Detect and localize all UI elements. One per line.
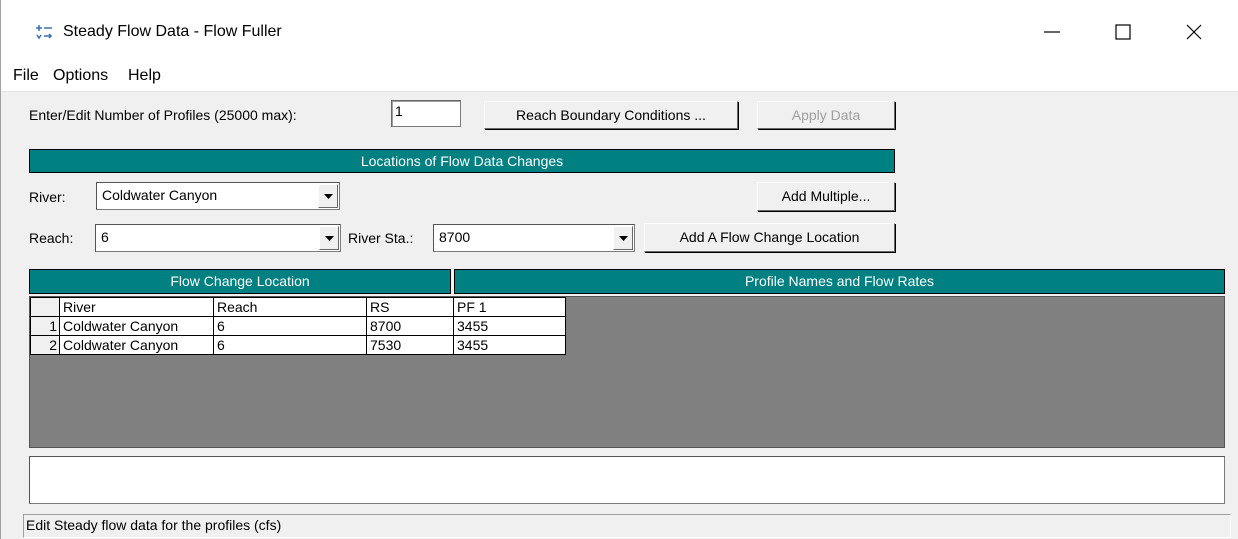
column-header-pf1[interactable]: PF 1 — [453, 297, 566, 317]
table-row: 2 Coldwater Canyon 6 7530 3455 — [30, 335, 566, 355]
table-row: 1 Coldwater Canyon 6 8700 3455 — [30, 316, 566, 336]
menu-bar: File Options Help — [1, 64, 1238, 92]
profiles-label: Enter/Edit Number of Profiles (25000 max… — [29, 107, 297, 123]
close-button[interactable] — [1173, 12, 1215, 52]
maximize-icon — [1115, 24, 1131, 40]
close-icon — [1186, 24, 1202, 40]
reach-boundary-conditions-button[interactable]: Reach Boundary Conditions ... — [484, 101, 738, 129]
chevron-down-icon — [325, 236, 334, 241]
menu-help[interactable]: Help — [128, 67, 161, 85]
row-header-corner — [30, 297, 60, 317]
title-bar[interactable]: Steady Flow Data - Flow Fuller — [1, 0, 1238, 64]
reach-label: Reach: — [29, 230, 74, 246]
river-dropdown-button[interactable] — [318, 184, 338, 208]
steady-flow-window: Steady Flow Data - Flow Fuller File Opti… — [0, 0, 1238, 539]
profiles-input[interactable]: 1 — [391, 100, 461, 127]
menu-file[interactable]: File — [13, 67, 39, 85]
river-station-label: River Sta.: — [348, 230, 414, 246]
add-flow-change-location-button[interactable]: Add A Flow Change Location — [644, 223, 895, 252]
status-bar: Edit Steady flow data for the profiles (… — [23, 514, 1231, 538]
cell-reach[interactable]: 6 — [213, 316, 367, 336]
maximize-button[interactable] — [1102, 12, 1144, 52]
minimize-button[interactable] — [1031, 12, 1073, 52]
chevron-down-icon — [619, 236, 628, 241]
reach-dropdown-button[interactable] — [319, 226, 339, 250]
reach-select[interactable]: 6 — [95, 224, 341, 252]
cell-rs[interactable]: 7530 — [366, 335, 454, 355]
flow-change-location-header: Flow Change Location — [29, 269, 451, 294]
cell-pf1[interactable]: 3455 — [453, 335, 566, 355]
river-station-select[interactable]: 8700 — [433, 224, 635, 252]
apply-data-button[interactable]: Apply Data — [757, 101, 895, 129]
flow-data-grid: River Reach RS PF 1 1 Coldwater Canyon 6… — [30, 297, 566, 355]
row-number: 1 — [30, 316, 60, 336]
description-text-area[interactable] — [29, 456, 1225, 504]
add-multiple-button[interactable]: Add Multiple... — [757, 182, 895, 211]
cell-rs[interactable]: 8700 — [366, 316, 454, 336]
app-icon — [36, 25, 53, 40]
cell-river[interactable]: Coldwater Canyon — [59, 335, 214, 355]
column-header-river[interactable]: River — [59, 297, 214, 317]
river-label: River: — [29, 189, 66, 205]
column-header-rs[interactable]: RS — [366, 297, 454, 317]
row-number: 2 — [30, 335, 60, 355]
river-select-value: Coldwater Canyon — [102, 187, 218, 203]
reach-select-value: 6 — [101, 229, 109, 245]
cell-pf1[interactable]: 3455 — [453, 316, 566, 336]
window-title: Steady Flow Data - Flow Fuller — [63, 23, 282, 40]
station-dropdown-button[interactable] — [613, 226, 633, 250]
chevron-down-icon — [324, 194, 333, 199]
column-header-reach[interactable]: Reach — [213, 297, 367, 317]
cell-reach[interactable]: 6 — [213, 335, 367, 355]
cell-river[interactable]: Coldwater Canyon — [59, 316, 214, 336]
minimize-icon — [1044, 31, 1060, 33]
profile-names-header: Profile Names and Flow Rates — [454, 269, 1225, 294]
river-select[interactable]: Coldwater Canyon — [96, 182, 340, 210]
river-station-select-value: 8700 — [439, 229, 471, 245]
menu-options[interactable]: Options — [53, 67, 108, 85]
locations-header: Locations of Flow Data Changes — [29, 149, 895, 173]
